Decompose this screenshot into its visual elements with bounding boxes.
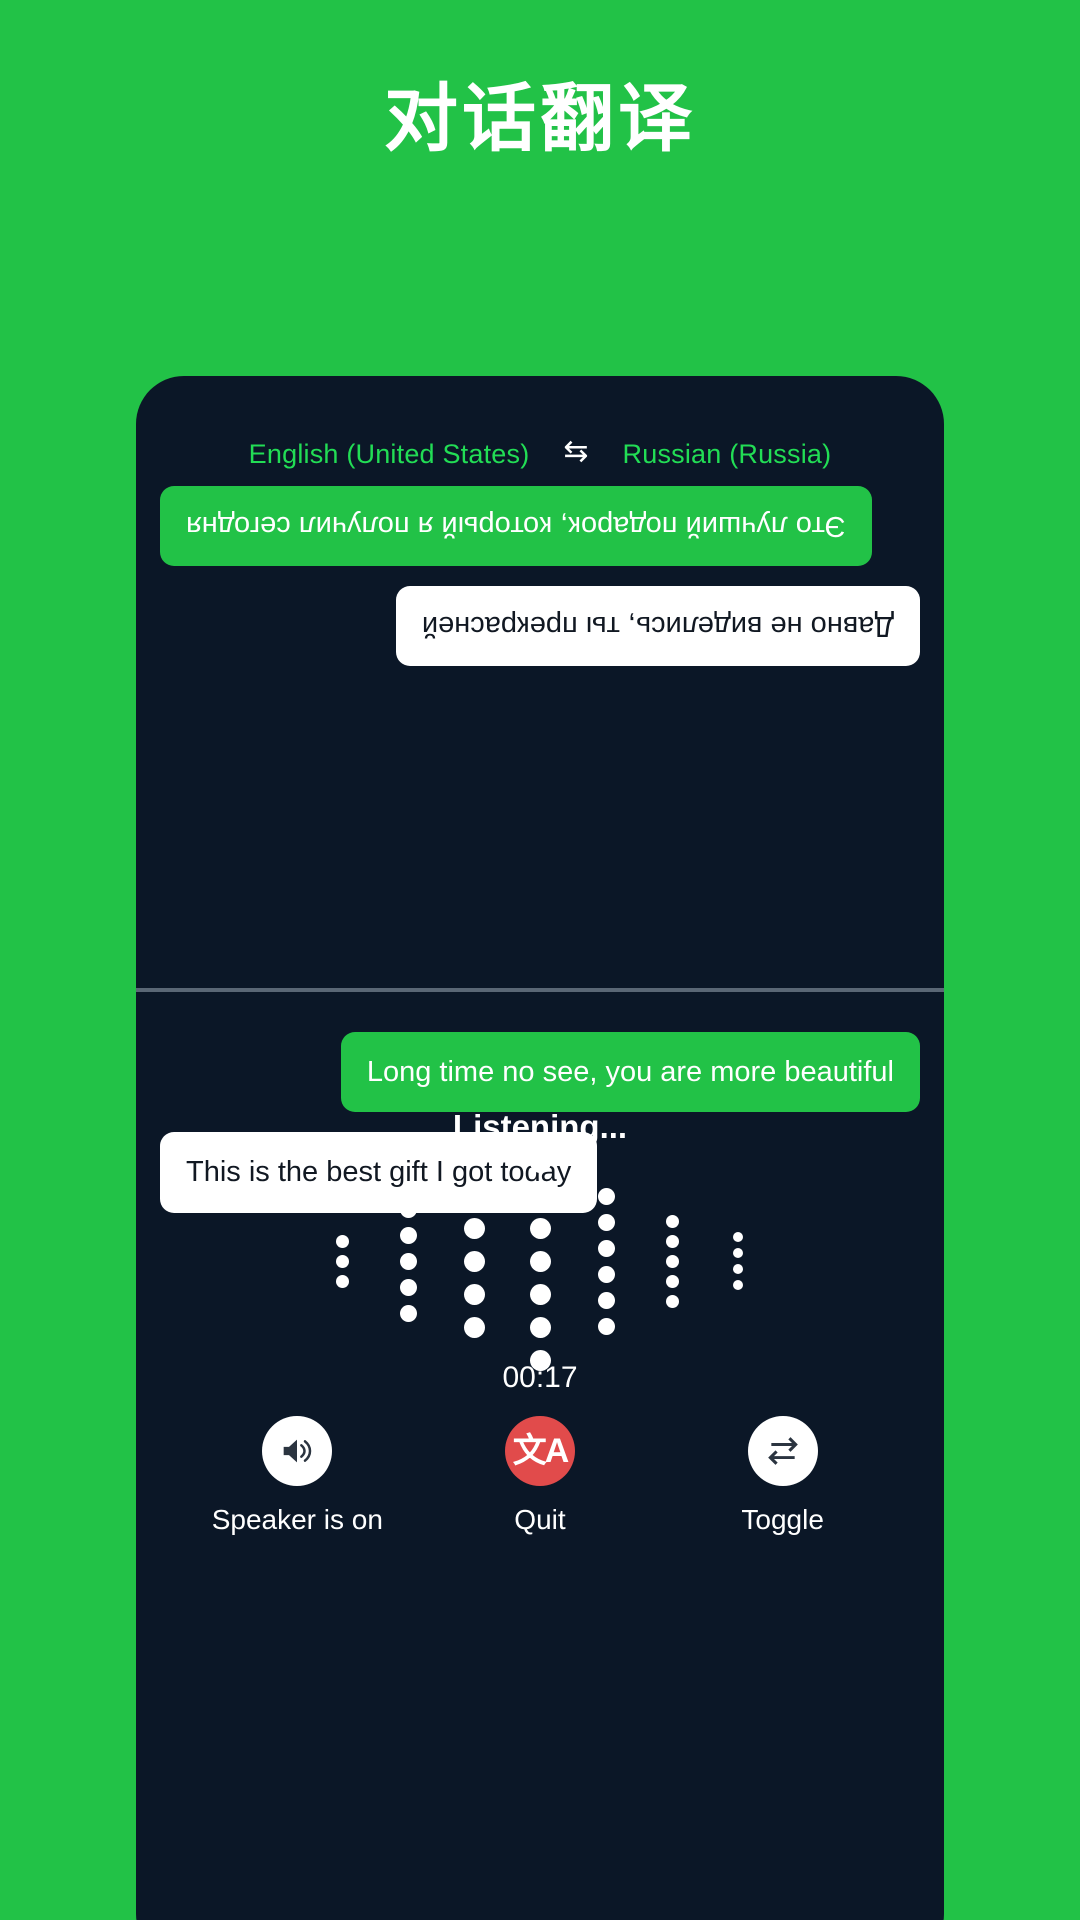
swap-horizontal-icon[interactable]: ⇆ <box>563 437 588 467</box>
waveform-dot <box>529 1316 551 1338</box>
waveform-column <box>507 1151 573 1371</box>
waveform-dot <box>733 1280 743 1290</box>
waveform-dot <box>665 1214 679 1228</box>
message-bubble: Long time no see, you are more beautiful <box>340 1032 920 1113</box>
speaker-toggle-button[interactable]: Speaker is on <box>182 1416 412 1536</box>
repeat-swap-icon <box>767 1437 798 1465</box>
waveform-dot <box>529 1184 551 1206</box>
waveform-dot <box>733 1264 743 1274</box>
waveform-column <box>441 1184 507 1338</box>
toggle-button-label: Toggle <box>741 1504 824 1535</box>
toggle-button[interactable]: Toggle <box>668 1416 898 1536</box>
waveform-dot <box>597 1239 615 1257</box>
waveform-dot <box>463 1250 485 1272</box>
target-language-label[interactable]: Russian (Russia) <box>623 439 832 470</box>
waveform-dot <box>665 1274 679 1288</box>
waveform-dot <box>665 1234 679 1248</box>
pane-divider <box>136 988 944 992</box>
toggle-button-circle[interactable] <box>747 1416 818 1486</box>
waveform-dot <box>733 1248 743 1258</box>
quit-button[interactable]: 文A Quit <box>425 1416 655 1536</box>
waveform-dot <box>529 1217 551 1239</box>
waveform-column <box>573 1187 639 1335</box>
waveform-column <box>639 1214 705 1308</box>
quit-button-circle[interactable]: 文A <box>504 1416 575 1486</box>
waveform-column <box>309 1234 375 1288</box>
quit-button-label: Quit <box>514 1504 566 1535</box>
waveform-dot <box>597 1213 615 1231</box>
message-bubble: Давно не виделись, ты прекрасней <box>395 586 920 667</box>
waveform-dot <box>335 1234 349 1248</box>
waveform-dot <box>399 1226 417 1244</box>
message-row: Это лучший подарок, который я получил се… <box>160 486 920 567</box>
source-language-label[interactable]: English (United States) <box>249 439 530 470</box>
message-row: Long time no see, you are more beautiful <box>160 1032 920 1113</box>
waveform-dot <box>463 1283 485 1305</box>
waveform-dot <box>335 1274 349 1288</box>
waveform-dot <box>399 1200 417 1218</box>
recording-timer: 00:17 <box>502 1361 578 1394</box>
waveform-dot <box>335 1254 349 1268</box>
listening-status-label: Listening... <box>452 1108 628 1145</box>
message-bubble: Это лучший подарок, который я получил се… <box>160 486 872 567</box>
waveform-dot <box>597 1265 615 1283</box>
audio-waveform <box>136 1151 944 1371</box>
waveform-dot <box>463 1184 485 1206</box>
translate-icon: 文A <box>512 1432 570 1470</box>
waveform-dot <box>665 1294 679 1308</box>
waveform-dot <box>529 1250 551 1272</box>
remote-conversation-pane: Давно не виделись, ты прекрасней Это луч… <box>136 486 944 988</box>
bottom-controls: Speaker is on 文A Quit Toggle <box>136 1416 944 1536</box>
waveform-column <box>375 1200 441 1322</box>
waveform-dot <box>597 1187 615 1205</box>
speaker-button-circle[interactable] <box>262 1416 333 1486</box>
waveform-dot <box>399 1252 417 1270</box>
waveform-column <box>705 1232 771 1290</box>
message-row: Давно не виделись, ты прекрасней <box>160 586 920 667</box>
waveform-dot <box>463 1316 485 1338</box>
waveform-dot <box>733 1232 743 1242</box>
speaker-toggle-label: Speaker is on <box>211 1504 383 1535</box>
waveform-dot <box>529 1283 551 1305</box>
speaker-on-icon <box>283 1439 312 1463</box>
waveform-dot <box>529 1151 551 1173</box>
translation-app-card: English (United States) ⇆ Russian (Russi… <box>136 376 944 1920</box>
waveform-dot <box>463 1217 485 1239</box>
waveform-dot <box>399 1304 417 1322</box>
waveform-dot <box>597 1317 615 1335</box>
waveform-dot <box>597 1291 615 1309</box>
waveform-dot <box>399 1278 417 1296</box>
waveform-dot <box>665 1254 679 1268</box>
language-selector-bar[interactable]: English (United States) ⇆ Russian (Russi… <box>136 432 944 476</box>
page-title: 对话翻译 <box>384 77 696 160</box>
